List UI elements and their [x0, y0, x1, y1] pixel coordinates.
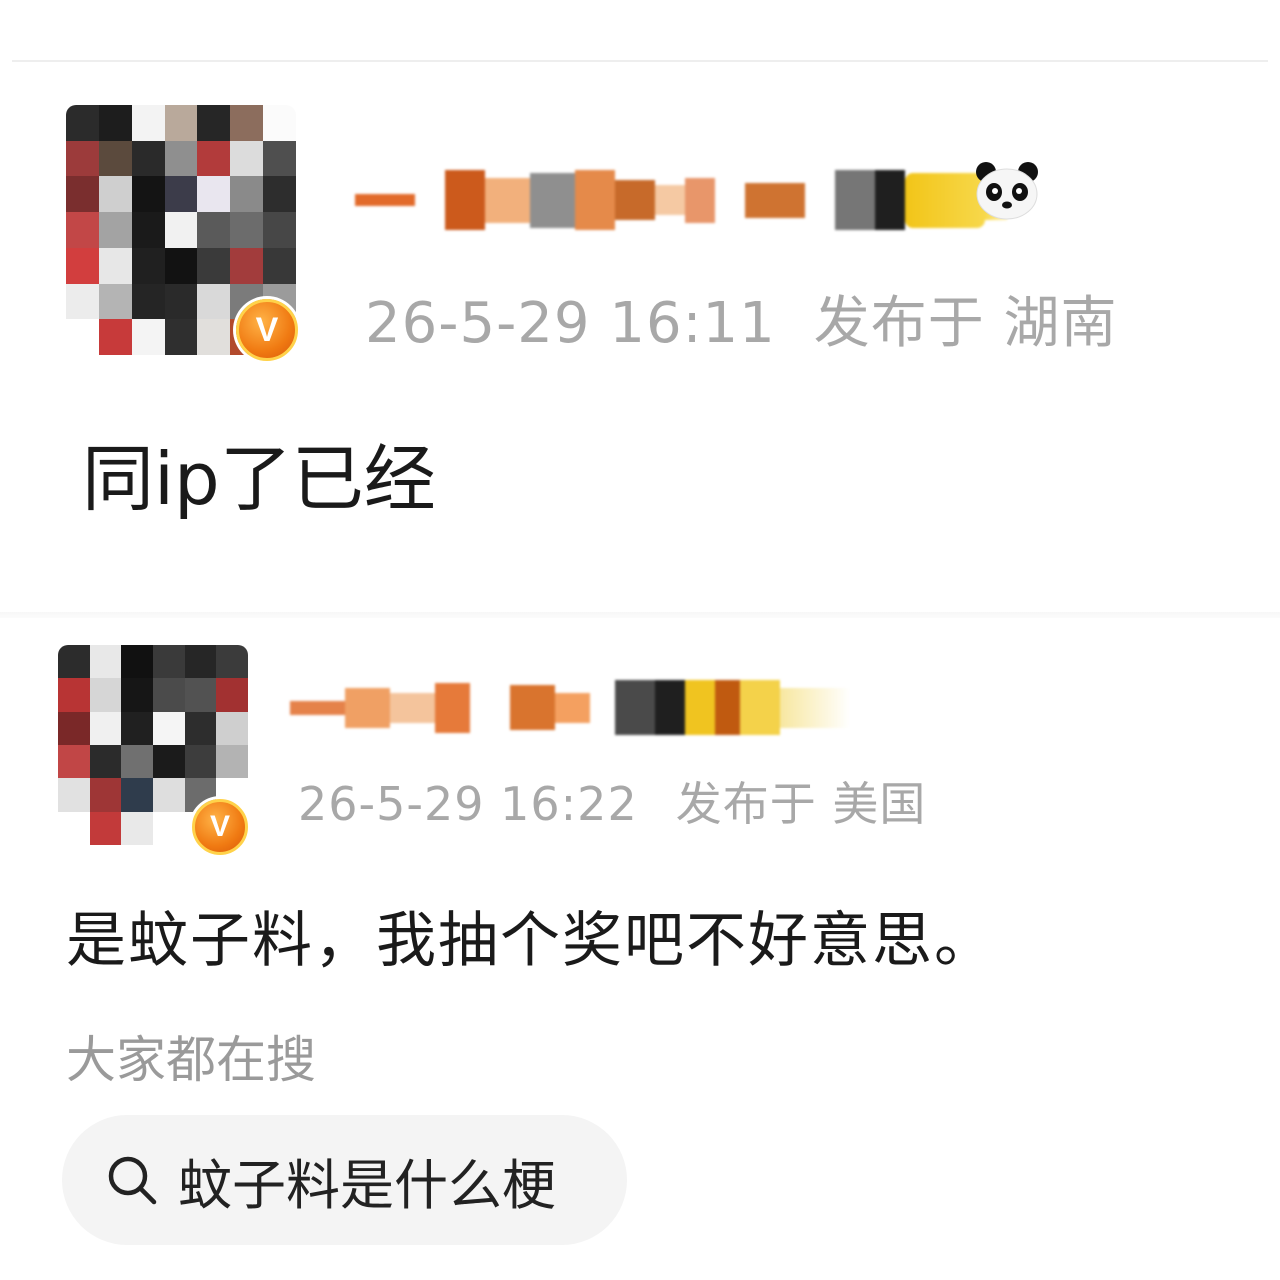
- comment-meta: 26-5-29 16:22 发布于 美国: [298, 768, 926, 834]
- top-divider: [12, 60, 1268, 62]
- comment-text: 是蚊子料，我抽个奖吧不好意思。: [66, 906, 996, 976]
- search-suggestion-chip[interactable]: 蚊子料是什么梗: [62, 1115, 627, 1245]
- vip-badge: V: [236, 299, 298, 361]
- avatar[interactable]: V: [58, 645, 248, 855]
- username-blurred[interactable]: [355, 165, 1007, 235]
- comment-location: 发布于 美国: [675, 777, 927, 831]
- comment-divider: [0, 612, 1280, 618]
- search-icon: [108, 1156, 157, 1205]
- search-suggestion-label: 蚊子料是什么梗: [178, 1153, 556, 1217]
- suggestions-title: 大家都在搜: [66, 1031, 316, 1089]
- comment-text: 同ip了已经: [82, 437, 436, 521]
- avatar[interactable]: V: [66, 105, 298, 361]
- comment-location: 发布于 湖南: [813, 291, 1118, 356]
- panda-icon: [976, 162, 1038, 220]
- comment-meta: 26-5-29 16:11 发布于 湖南: [365, 278, 1118, 359]
- username-blurred[interactable]: [290, 680, 850, 735]
- comment-datetime: 26-5-29 16:11: [365, 291, 776, 356]
- vip-badge: V: [192, 799, 248, 855]
- comment-datetime: 26-5-29 16:22: [298, 777, 638, 831]
